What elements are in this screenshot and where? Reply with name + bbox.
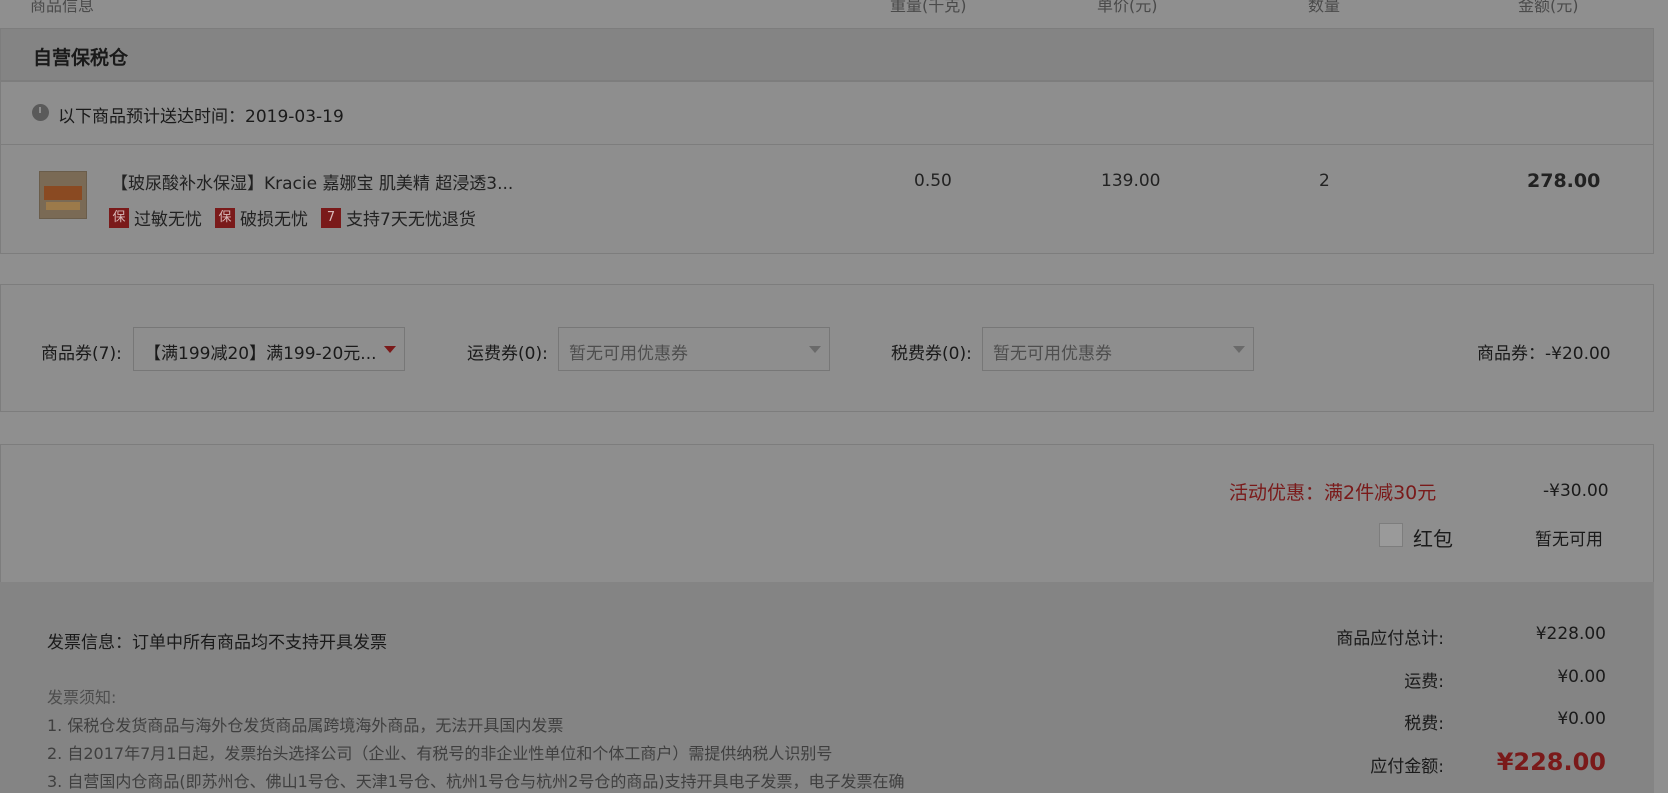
delivery-row: 以下商品预计送达时间：2019-03-19 <box>0 81 1654 145</box>
shipping-coupon-select[interactable]: 暂无可用优惠券 <box>558 327 830 371</box>
warehouse-title-bar: 自营保税仓 <box>0 28 1654 81</box>
goods-total-value: ¥228.00 <box>1535 624 1606 644</box>
product-name[interactable]: 【玻尿酸补水保湿】Kracie 嘉娜宝 肌美精 超浸透3... <box>111 169 513 194</box>
shipping-label: 运费: <box>1404 672 1444 692</box>
payable-label: 应付金额: <box>1370 757 1444 777</box>
shipping-coupon-label: 运费券(0): <box>467 344 548 364</box>
invoice-note: 1. 保税仓发货商品与海外仓发货商品属跨境海外商品，无法开具国内发票 <box>47 716 564 735</box>
shipping-coupon-value: 暂无可用优惠券 <box>569 344 688 364</box>
col-product-info: 商品信息 <box>30 0 95 15</box>
tag-damage: 保 破损无忧 <box>215 205 308 230</box>
product-tags: 保 过敏无忧 保 破损无忧 7 支持7天无忧退货 <box>109 205 489 230</box>
col-quantity: 数量 <box>1308 0 1341 15</box>
coupons-panel: 商品券(7): 【满199减20】满199-20元... 运费券(0): 暂无可… <box>0 284 1654 412</box>
chevron-down-icon <box>809 346 821 353</box>
invoice-info: 发票信息：订单中所有商品均不支持开具发票 <box>47 633 387 653</box>
tax-coupon-value: 暂无可用优惠券 <box>993 344 1112 364</box>
promo-label: 活动优惠：满2件减30元 <box>1229 482 1437 504</box>
invoice-notes-title: 发票须知: <box>47 688 117 707</box>
tag-label: 破损无忧 <box>240 210 308 230</box>
guarantee-icon: 保 <box>109 207 129 228</box>
product-row: 【玻尿酸补水保湿】Kracie 嘉娜宝 肌美精 超浸透3... 保 过敏无忧 保… <box>0 144 1654 254</box>
clock-icon <box>32 104 49 121</box>
product-quantity: 2 <box>1319 171 1330 191</box>
tag-label: 支持7天无忧退货 <box>346 210 476 230</box>
product-amount: 278.00 <box>1527 170 1601 192</box>
order-summary-section: 发票信息：订单中所有商品均不支持开具发票 发票须知: 1. 保税仓发货商品与海外… <box>0 582 1654 793</box>
delivery-date: 2019-03-19 <box>245 107 344 127</box>
shipping-value: ¥0.00 <box>1557 667 1606 687</box>
tag-allergy: 保 过敏无忧 <box>109 205 202 230</box>
invoice-note: 2. 自2017年7月1日起，发票抬头选择公司（企业、有税号的非企业性单位和个体… <box>47 744 833 763</box>
chevron-down-icon <box>384 346 396 353</box>
hongbao-checkbox[interactable] <box>1379 523 1403 547</box>
payable-value: ¥228.00 <box>1496 748 1606 776</box>
tax-coupon-select[interactable]: 暂无可用优惠券 <box>982 327 1254 371</box>
tax-coupon-label: 税费券(0): <box>891 344 972 364</box>
tag-return: 7 支持7天无忧退货 <box>321 205 476 230</box>
tag-label: 过敏无忧 <box>134 210 202 230</box>
warehouse-title: 自营保税仓 <box>33 47 129 69</box>
goods-coupon-select[interactable]: 【满199减20】满199-20元... <box>133 327 405 371</box>
col-weight: 重量(千克) <box>890 0 967 15</box>
product-weight: 0.50 <box>914 171 952 191</box>
hongbao-status: 暂无可用 <box>1535 530 1603 550</box>
goods-coupon-value: 【满199减20】满199-20元... <box>144 344 377 364</box>
delivery-label: 以下商品预计送达时间： <box>58 107 245 127</box>
promo-panel: 活动优惠：满2件减30元 -¥30.00 红包 暂无可用 <box>0 444 1654 584</box>
goods-total-label: 商品应付总计: <box>1336 629 1444 649</box>
product-thumbnail[interactable] <box>39 171 87 219</box>
goods-coupon-label: 商品券(7): <box>41 344 122 364</box>
delivery-text: 以下商品预计送达时间：2019-03-19 <box>58 102 344 127</box>
column-header: 商品信息 重量(千克) 单价(元) 数量 金额(元) <box>0 0 1668 26</box>
guarantee-icon: 保 <box>215 207 235 228</box>
hongbao-label: 红包 <box>1413 527 1453 551</box>
seven-day-return-icon: 7 <box>321 207 341 228</box>
tax-value: ¥0.00 <box>1557 709 1606 729</box>
coupon-summary: 商品券：-¥20.00 <box>1477 344 1611 364</box>
product-unit-price: 139.00 <box>1101 171 1161 191</box>
col-unit-price: 单价(元) <box>1097 0 1158 15</box>
col-amount: 金额(元) <box>1518 0 1579 15</box>
promo-amount: -¥30.00 <box>1543 481 1609 501</box>
chevron-down-icon <box>1233 346 1245 353</box>
tax-label: 税费: <box>1404 714 1444 734</box>
invoice-note: 3. 自营国内仓商品(即苏州仓、佛山1号仓、天津1号仓、杭州1号仓与杭州2号仓的… <box>47 772 905 791</box>
